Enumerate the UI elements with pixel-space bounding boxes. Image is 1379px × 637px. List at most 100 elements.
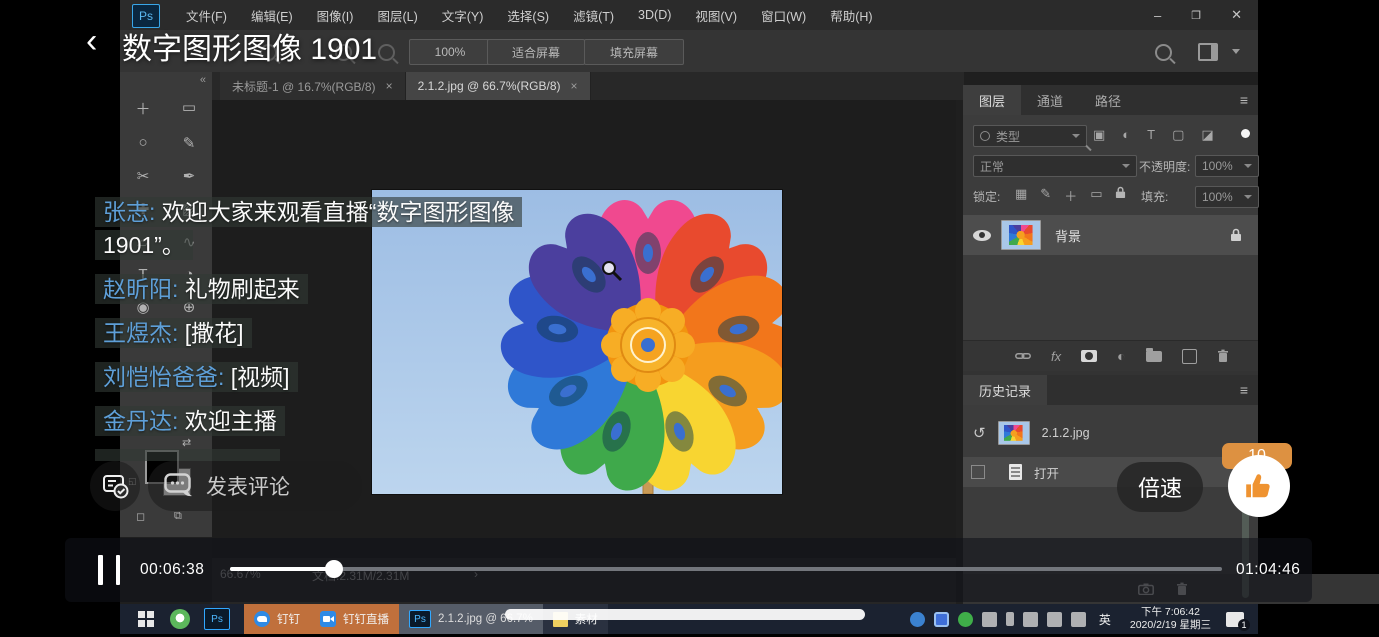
restore-button[interactable]: ❐ (1191, 9, 1201, 22)
photoshop-taskbar-icon[interactable]: Ps (204, 608, 230, 630)
seek-bar[interactable] (230, 567, 1222, 571)
zoom-100-button[interactable]: 100% (409, 39, 491, 65)
chat-username[interactable]: 刘恺怡爸爸: (103, 364, 224, 390)
battery-tray-icon[interactable] (1023, 612, 1038, 627)
menu-item-3[interactable]: 图层(L) (377, 6, 417, 25)
tool-icon-0[interactable]: ＋ (135, 98, 150, 119)
fill-screen-button[interactable]: 填充屏幕 (584, 39, 684, 65)
chat-username[interactable]: 张志: (103, 199, 155, 225)
post-comment-button[interactable]: 发表评论 (148, 461, 362, 511)
notification-center-icon[interactable]: 1 (1226, 612, 1244, 627)
menu-item-10[interactable]: 帮助(H) (830, 6, 872, 25)
filter-type-icon-1[interactable]: ◐ (1122, 127, 1130, 143)
layer-style-fx-icon[interactable]: fx (1051, 349, 1061, 364)
tab-close-icon[interactable]: × (571, 79, 578, 93)
layer-filter-select[interactable]: 类型 (973, 125, 1087, 147)
clip-tray-icon[interactable] (1071, 612, 1086, 627)
tool-icon-5[interactable]: ✒ (183, 167, 196, 185)
delete-layer-trash-icon[interactable] (1217, 349, 1229, 363)
volume-tray-icon[interactable] (1047, 612, 1062, 627)
playback-speed-button[interactable]: 倍速 (1117, 462, 1203, 512)
panel-menu-icon[interactable]: ≡ (1240, 92, 1248, 108)
opacity-field[interactable]: 100% (1195, 155, 1259, 177)
layer-name[interactable]: 背景 (1055, 226, 1081, 245)
history-brush-icon[interactable]: ↺ (973, 424, 986, 442)
grid-tray-icon[interactable] (934, 612, 949, 627)
filter-type-icon-2[interactable]: T (1147, 127, 1155, 143)
new-layer-icon[interactable] (1182, 349, 1197, 364)
chat-username[interactable]: 王煜杰: (103, 320, 178, 346)
menu-item-9[interactable]: 窗口(W) (761, 6, 806, 25)
lock-icon-1[interactable]: ✎ (1040, 186, 1051, 205)
menu-item-1[interactable]: 编辑(E) (251, 6, 293, 25)
document-tab-untitled[interactable]: 未标题-1 @ 16.7%(RGB/8) × (220, 72, 406, 100)
blend-mode-select[interactable]: 正常 (973, 155, 1137, 177)
panel-tab-通道[interactable]: 通道 (1021, 85, 1079, 115)
panel-tab-路径[interactable]: 路径 (1079, 85, 1137, 115)
usb-tray-icon[interactable] (1006, 612, 1014, 626)
link-layers-icon[interactable] (1015, 351, 1031, 361)
panel-menu-icon[interactable]: ≡ (1240, 382, 1248, 398)
pause-button[interactable] (98, 555, 120, 585)
workspace-icon[interactable] (1198, 43, 1218, 61)
lock-all-icon[interactable] (1115, 186, 1126, 199)
history-step-row[interactable]: 打开 (963, 457, 1258, 487)
layer-mask-icon[interactable] (1081, 350, 1097, 362)
panel-tab-图层[interactable]: 图层 (963, 85, 1021, 115)
chat-username[interactable]: 金丹达: (103, 408, 178, 434)
taskbar-clock[interactable]: 下午 7:06:42 2020/2/19 星期三 (1130, 606, 1211, 632)
lock-icon-0[interactable]: ▦ (1015, 186, 1027, 205)
taskbar-task-1[interactable]: 钉钉直播 (310, 604, 399, 634)
history-source-row[interactable]: ↺ 2.1.2.jpg (963, 417, 1258, 449)
workspace-chevron-icon[interactable] (1232, 49, 1240, 54)
browser-icon[interactable] (170, 609, 190, 629)
tool-icon-3[interactable]: ✎ (183, 134, 196, 152)
minimize-button[interactable]: – (1154, 8, 1161, 23)
close-button[interactable]: ✕ (1231, 7, 1242, 23)
menu-item-7[interactable]: 3D(D) (638, 8, 671, 22)
filter-toggle-dot[interactable] (1241, 129, 1250, 138)
filter-type-icon-4[interactable]: ◪ (1201, 127, 1213, 143)
input-language-indicator[interactable]: 英 (1099, 611, 1111, 628)
search-icon[interactable] (1155, 44, 1172, 61)
tab-close-icon[interactable]: × (386, 79, 393, 93)
menu-item-5[interactable]: 选择(S) (507, 6, 549, 25)
history-panel-tab[interactable]: 历史记录 (963, 375, 1047, 405)
like-button[interactable] (1228, 455, 1290, 517)
comment-list-button[interactable] (90, 461, 140, 511)
tool-icon-4[interactable]: ✂ (137, 167, 150, 185)
layer-thumbnail[interactable] (1001, 220, 1041, 250)
filter-type-icon-3[interactable]: ▢ (1172, 127, 1184, 143)
safety-tray-icon[interactable] (958, 612, 973, 627)
menu-item-0[interactable]: 文件(F) (186, 6, 227, 25)
home-indicator[interactable] (505, 609, 865, 620)
lock-icon-3[interactable]: ▭ (1090, 186, 1102, 205)
menu-item-2[interactable]: 图像(I) (317, 6, 354, 25)
layer-group-folder-icon[interactable] (1146, 351, 1162, 362)
fit-screen-button[interactable]: 适合屏幕 (487, 39, 585, 65)
layer-visibility-eye-icon[interactable] (973, 230, 991, 241)
start-button[interactable] (138, 611, 154, 627)
collapse-panel-icon[interactable]: « (200, 74, 206, 86)
menu-item-8[interactable]: 视图(V) (695, 6, 737, 25)
chat-username[interactable]: 赵昕阳: (103, 276, 178, 302)
compass-tray-icon[interactable] (910, 612, 925, 627)
document-tab-212jpg[interactable]: 2.1.2.jpg @ 66.7%(RGB/8) × (406, 72, 591, 100)
lock-icon-2[interactable]: ＋ (1064, 186, 1077, 205)
tool-icon-2[interactable]: ○ (138, 134, 147, 152)
back-chevron-icon[interactable]: ‹ (86, 22, 97, 61)
menu-item-6[interactable]: 滤镜(T) (573, 6, 614, 25)
seek-handle[interactable] (325, 560, 343, 578)
history-checkbox[interactable] (971, 465, 985, 479)
quick-mask-icon[interactable]: ◻ (136, 510, 145, 523)
layer-row-background[interactable]: 背景 (963, 215, 1258, 255)
menu-item-4[interactable]: 文字(Y) (442, 6, 484, 25)
signal-tray-icon[interactable] (982, 612, 997, 627)
adjustment-layer-icon[interactable]: ◐ (1117, 348, 1125, 364)
taskbar-task-0[interactable]: 钉钉 (244, 604, 310, 634)
screen-mode-icon[interactable]: ⧉ (174, 510, 182, 523)
zoom-tool-icon[interactable] (378, 44, 395, 61)
fill-field[interactable]: 100% (1195, 186, 1259, 208)
filter-type-icon-0[interactable]: ▣ (1093, 127, 1105, 143)
tool-icon-1[interactable]: ▭ (182, 98, 196, 119)
